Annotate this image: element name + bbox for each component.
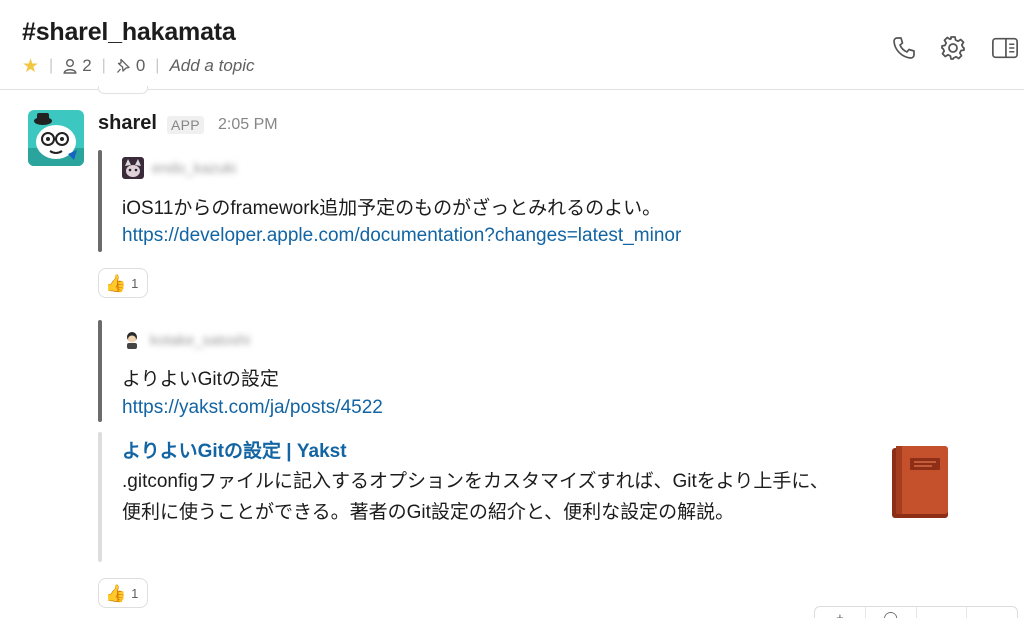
sender-name[interactable]: sharel: [98, 112, 157, 135]
settings-button[interactable]: [939, 34, 967, 62]
reaction-count: 1: [131, 275, 139, 291]
bot-avatar-icon: [28, 110, 84, 166]
reaction-count: 1: [131, 585, 139, 601]
more-actions-button[interactable]: [967, 607, 1017, 618]
add-topic-link[interactable]: Add a topic: [169, 56, 254, 76]
attachment-author[interactable]: endo_kazuki: [122, 157, 236, 179]
attachment-link[interactable]: https://developer.apple.com/documentatio…: [122, 225, 681, 247]
thumbs-up-icon: 👍: [105, 273, 127, 293]
divider: |: [101, 57, 106, 74]
quote-bar: [98, 320, 102, 422]
add-reaction-button[interactable]: +: [815, 607, 866, 618]
member-icon: [63, 59, 77, 74]
call-icon: [893, 37, 915, 59]
timestamp[interactable]: 2:05 PM: [218, 116, 278, 134]
book-icon: [892, 446, 948, 518]
start-thread-button[interactable]: ◯: [866, 607, 917, 618]
quote-bar: [98, 150, 102, 252]
channel-meta: ★ | 2 | 0 | Add a topic: [22, 55, 255, 77]
author-name: kotake_satoshi: [150, 331, 251, 349]
link-preview-thumbnail[interactable]: [892, 446, 948, 518]
sidebar-toggle-icon: [992, 37, 1018, 59]
author-name: endo_kazuki: [152, 159, 237, 177]
divider: |: [49, 57, 54, 74]
star-icon[interactable]: ★: [22, 57, 39, 76]
reaction-thumbsup[interactable]: 👍 1: [98, 268, 148, 298]
channel-title[interactable]: #sharel_hakamata: [22, 18, 236, 47]
attachment-link[interactable]: https://yakst.com/ja/posts/4522: [122, 397, 383, 419]
divider: |: [155, 57, 160, 74]
thumbs-up-icon: 👍: [105, 583, 127, 603]
member-count-button[interactable]: 2: [63, 56, 92, 76]
member-count: 2: [82, 56, 92, 75]
app-badge: APP: [167, 116, 204, 134]
details-pane-button[interactable]: [991, 34, 1019, 62]
message-actions-toolbar: + ◯: [814, 606, 1018, 618]
channel-header: #sharel_hakamata ★ | 2 | 0 | Add a topic: [0, 0, 1024, 90]
attachment-author[interactable]: kotake_satoshi: [122, 330, 250, 350]
pinned-count-button[interactable]: 0: [116, 56, 145, 76]
plus-icon: +: [836, 610, 844, 618]
author-avatar-icon: [122, 157, 144, 179]
link-preview-description: .gitconfigファイルに記入するオプションをカスタマイズすれば、Gitをよ…: [122, 471, 829, 523]
share-message-button[interactable]: [917, 607, 968, 618]
pin-icon: [116, 58, 130, 73]
author-avatar-icon: [122, 330, 142, 350]
call-button[interactable]: [890, 34, 918, 62]
attachment-text: よりよいGitの設定: [122, 369, 279, 390]
link-preview-title[interactable]: よりよいGitの設定 | Yakst: [122, 436, 347, 463]
link-preview-bar: [98, 432, 102, 562]
reaction-thumbsup[interactable]: 👍 1: [98, 578, 148, 608]
attachment-text: iOS11からのframework追加予定のものがざっとみれるのよい。: [122, 198, 662, 219]
gear-icon: [941, 36, 965, 60]
pinned-count: 0: [135, 56, 146, 75]
search-icon: ◯: [883, 610, 898, 618]
previous-reaction-stub: [98, 86, 148, 94]
avatar[interactable]: [28, 110, 84, 166]
